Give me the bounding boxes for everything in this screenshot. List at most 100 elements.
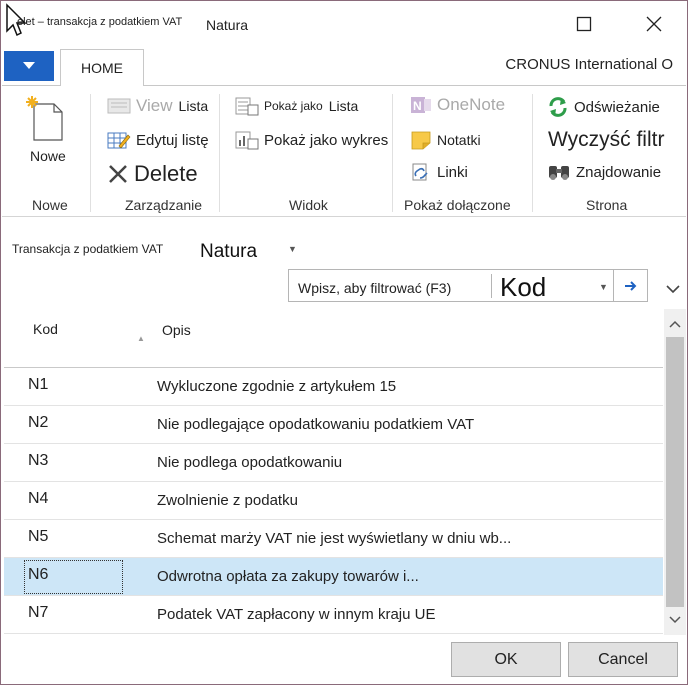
company-name: CRONUS International O (505, 56, 673, 73)
cancel-button[interactable]: Cancel (568, 642, 678, 677)
find-label: Znajdowanie (576, 163, 662, 181)
filter-divider (491, 274, 492, 298)
filter-box: Wpisz, aby filtrować (F3) Kod ▼ (288, 269, 648, 302)
show-as-list-icon (235, 97, 259, 116)
show-as-label: Pokaż jako (264, 99, 323, 113)
refresh-icon (549, 97, 567, 117)
chevron-down-icon (23, 62, 35, 69)
group-separator (532, 94, 533, 212)
links-button[interactable]: Linki (410, 162, 468, 182)
view-icon (107, 98, 131, 114)
find-button[interactable]: Znajdowanie (547, 162, 661, 182)
binoculars-icon (549, 166, 569, 180)
chevron-down-icon (669, 616, 681, 624)
notes-label: Notatki (437, 132, 481, 148)
view-sub-label: Lista (178, 98, 209, 114)
new-document-icon (26, 96, 63, 141)
group-separator (392, 94, 393, 212)
arrow-right-icon (625, 280, 637, 291)
chevron-down-icon[interactable]: ▼ (599, 282, 608, 292)
table-row[interactable]: N5 Schemat marży VAT nie jest wyświetlan… (4, 520, 663, 558)
window-title-prefix: elet – transakcja z podatkiem VAT (17, 16, 183, 28)
column-header-kod[interactable]: Kod (33, 321, 58, 337)
ok-button[interactable]: OK (451, 642, 561, 677)
cell-opis: Podatek VAT zapłacony w innym kraju UE (157, 606, 436, 623)
delete-x-icon (109, 165, 127, 183)
show-as-list-button[interactable]: Pokaż jako Lista (235, 96, 358, 116)
sort-ascending-icon: ▲ (137, 334, 145, 343)
column-header-opis[interactable]: Opis (162, 322, 191, 338)
cell-kod: N1 (28, 376, 49, 393)
note-icon (411, 131, 431, 150)
cell-opis: Wykluczone zgodnie z artykułem 15 (157, 378, 397, 395)
svg-text:N: N (413, 99, 422, 113)
scroll-down-button[interactable] (664, 609, 686, 631)
app-menu-button[interactable] (4, 51, 54, 81)
notes-button[interactable]: Notatki (410, 130, 481, 150)
table-row-selected[interactable]: N6 Odwrotna opłata za zakupy towarów i..… (4, 558, 663, 596)
show-as-sub-label: Lista (328, 98, 359, 114)
show-as-chart-button[interactable]: Pokaż jako wykres (235, 130, 388, 150)
breadcrumb-parent: Transakcja z podatkiem VAT (12, 242, 164, 256)
table-row[interactable]: N7 Podatek VAT zapłacony w innym kraju U… (4, 596, 663, 634)
ribbon-tab-row: HOME CRONUS International O (1, 47, 687, 86)
edit-list-icon (107, 132, 131, 149)
group-separator (219, 94, 220, 212)
cell-opis: Zwolnienie z podatku (157, 492, 298, 509)
edit-list-label: Edytuj listę (136, 131, 209, 149)
link-icon (412, 163, 428, 181)
show-as-chart-label: Pokaż jako wykres (264, 131, 389, 149)
vertical-scrollbar[interactable] (664, 309, 686, 635)
table-row[interactable]: N1 Wykluczone zgodnie z artykułem 15 (4, 368, 663, 406)
maximize-icon (576, 16, 592, 32)
view-label: View (136, 96, 173, 115)
window-title: Natura (206, 17, 249, 33)
page-title: Natura (200, 241, 258, 262)
clear-filter-button[interactable]: Wyczyść filtr (548, 128, 664, 152)
close-button[interactable] (634, 7, 674, 41)
delete-label: Delete (134, 161, 198, 186)
cell-opis: Nie podlega opodatkowaniu (157, 454, 343, 471)
table-row[interactable]: N3 Nie podlega opodatkowaniu (4, 444, 663, 482)
cell-kod: N5 (28, 528, 49, 545)
onenote-button[interactable]: N OneNote (410, 95, 505, 115)
refresh-button[interactable]: Odświeżanie (547, 96, 660, 118)
group-separator (90, 94, 91, 212)
cell-kod: N7 (28, 604, 49, 621)
collapse-filter-button[interactable] (663, 279, 683, 299)
chevron-down-icon[interactable]: ▼ (288, 244, 297, 254)
chevron-up-icon (669, 320, 681, 328)
close-icon (646, 16, 662, 32)
links-label: Linki (437, 163, 468, 181)
scrollbar-thumb[interactable] (666, 337, 684, 607)
edit-list-button[interactable]: Edytuj listę (107, 130, 209, 150)
group-label-pokaz: Pokaż dołączone (404, 197, 511, 213)
title-bar: elet – transakcja z podatkiem VAT Natura (1, 1, 687, 47)
cell-kod: N2 (28, 414, 49, 431)
lookup-window: elet – transakcja z podatkiem VAT Natura… (0, 0, 688, 685)
cell-kod: N6 (28, 566, 49, 583)
filter-field-select[interactable]: Kod (500, 272, 546, 303)
group-label-zarzadzanie: Zarządzanie (125, 197, 203, 213)
scroll-up-button[interactable] (664, 313, 686, 335)
tab-home[interactable]: HOME (60, 49, 144, 86)
cell-opis: Nie podlegające opodatkowaniu podatkiem … (157, 416, 475, 433)
group-label-strona: Strona (586, 197, 628, 213)
refresh-label: Odświeżanie (574, 98, 660, 116)
delete-button[interactable]: Delete (107, 161, 198, 187)
table-row[interactable]: N4 Zwolnienie z podatku (4, 482, 663, 520)
group-label-nowe: Nowe (32, 197, 68, 213)
chevron-down-icon (666, 285, 680, 294)
table-row[interactable]: N2 Nie podlegające opodatkowaniu podatki… (4, 406, 663, 444)
cell-opis: Odwrotna opłata za zakupy towarów i... (157, 568, 419, 585)
new-button[interactable]: Nowe (24, 94, 66, 164)
cell-kod: N3 (28, 452, 49, 469)
apply-filter-button[interactable] (613, 270, 648, 301)
new-button-label: Nowe (30, 148, 66, 164)
view-list-button[interactable]: View Lista (107, 96, 208, 116)
cell-opis: Schemat marży VAT nie jest wyświetlany w… (157, 530, 512, 547)
clear-filter-label: Wyczyść filtr (548, 128, 665, 151)
filter-input[interactable]: Wpisz, aby filtrować (F3) (298, 280, 451, 296)
maximize-button[interactable] (564, 7, 604, 41)
onenote-label: OneNote (437, 95, 506, 114)
